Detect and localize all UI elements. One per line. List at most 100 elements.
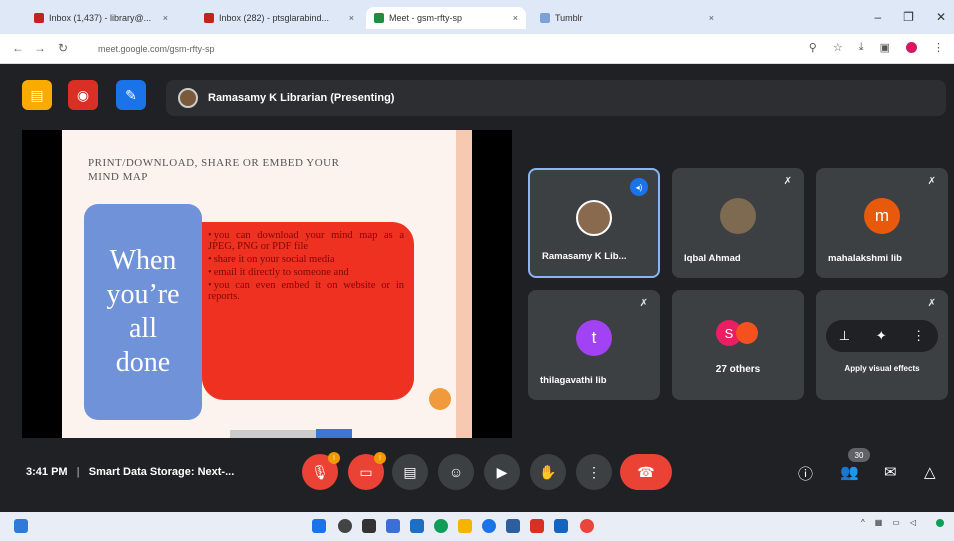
participant-tile[interactable]: ✗ t thilagavathi lib (528, 290, 660, 400)
file-explorer-icon[interactable] (410, 519, 424, 533)
address-bar-actions: ⚲ ☆ ⤓ ▣ ⋮ (809, 41, 944, 54)
more-options-button[interactable]: ⋮ (576, 454, 612, 490)
zoom-icon[interactable]: ⚲ (809, 41, 817, 54)
presenter-label: Ramasamy K Librarian (Presenting) (208, 92, 395, 104)
download-icon[interactable]: ⤓ (859, 41, 864, 54)
recording-icon[interactable]: ◉ (68, 80, 98, 110)
avatar (178, 88, 198, 108)
tab-tumblr[interactable]: Tumblr × (532, 7, 722, 29)
meeting-title: Smart Data Storage: Next-... (88, 466, 235, 478)
app-icon[interactable] (482, 519, 496, 533)
slide-title-line: Print/Download, share or embed your (88, 157, 340, 169)
chevron-up-icon[interactable]: ^ (861, 518, 865, 527)
tab-label: Inbox (1,437) - library@... (49, 13, 152, 23)
speaking-indicator-icon: ◂) (630, 178, 648, 196)
notification-dot-icon[interactable] (936, 518, 944, 527)
tab-label: Inbox (282) - ptsglarabind... (219, 13, 330, 23)
language-icon[interactable]: ▦ (875, 518, 883, 527)
more-options-icon[interactable]: ⋮ (912, 328, 925, 344)
sparkle-effects-icon[interactable]: ✦ (876, 328, 887, 344)
notes-icon[interactable]: ✎ (116, 80, 146, 110)
slide-bottom-marker (316, 429, 352, 438)
hang-up-icon: ☎ (637, 463, 655, 480)
store-icon[interactable] (506, 519, 520, 533)
slide-bullet: share it on your social media (208, 254, 404, 265)
close-window-icon[interactable]: ✕ (936, 10, 946, 24)
slide-blue-text: done (115, 347, 171, 378)
address-bar: ← → ↻ meet.google.com/gsm-rfty-sp ⚲ ☆ ⤓ … (0, 34, 954, 64)
emoji-button[interactable]: ☺ (438, 454, 474, 490)
menu-kebab-icon[interactable]: ⋮ (933, 41, 944, 54)
slide-bullet: you can download your mind map as a JPEG… (208, 230, 404, 252)
participant-tile[interactable]: ✗ m mahalakshmi lib (816, 168, 948, 278)
profile-avatar[interactable] (906, 42, 917, 53)
network-icon[interactable]: ▭ (892, 518, 900, 527)
system-tray: ^ ▦ ▭ ◁ (861, 518, 944, 527)
avatar: t (576, 320, 612, 356)
activities-shapes-icon[interactable]: △ (924, 463, 936, 481)
present-button[interactable]: ▶ (484, 454, 520, 490)
presenter-bar[interactable]: Ramasamy K Librarian (Presenting) (166, 80, 946, 116)
slide-bullet: you can even embed it on website or in r… (208, 280, 404, 302)
participants-count-badge: 30 (848, 448, 870, 462)
others-tile[interactable]: S 27 others (672, 290, 804, 400)
meet-icon (374, 13, 384, 23)
volume-icon[interactable]: ◁ (910, 518, 916, 527)
close-icon[interactable]: × (703, 13, 714, 23)
gmail-icon (204, 13, 214, 23)
slide-blue-text: When (109, 245, 177, 276)
task-view-icon[interactable] (362, 519, 376, 533)
clock-time: 3:41 PM (26, 466, 68, 478)
self-view-controls: ⊥ ✦ ⋮ (826, 320, 938, 352)
app-icon[interactable] (530, 519, 544, 533)
widgets-icon[interactable] (14, 519, 28, 533)
participant-tile[interactable]: ✗ Iqbal Ahmad (672, 168, 804, 278)
warning-badge-icon: ! (328, 452, 340, 464)
meeting-details-icon[interactable]: ⓘ (798, 463, 813, 484)
activities-icon[interactable]: ▤ (22, 80, 52, 110)
tab-inbox-2[interactable]: Inbox (282) - ptsglarabind... × (196, 7, 362, 29)
bookmark-star-icon[interactable]: ☆ (833, 41, 843, 54)
close-icon[interactable]: × (343, 13, 354, 23)
reload-icon[interactable]: ↻ (58, 41, 68, 55)
search-icon[interactable] (338, 519, 352, 533)
tab-meet[interactable]: Meet - gsm-rfty-sp × (366, 7, 526, 29)
chat-icon[interactable]: ✉ (884, 463, 897, 481)
presentation-slide: Print/Download, share or embed your mind… (62, 130, 472, 438)
close-icon[interactable]: × (157, 13, 168, 23)
window-controls: – ❐ ✕ (874, 10, 946, 24)
chat-app-icon[interactable] (386, 519, 400, 533)
tab-label: Tumblr (555, 13, 583, 23)
windows-taskbar: ^ ▦ ▭ ◁ (0, 512, 954, 541)
slide-edge-decoration (456, 130, 472, 438)
browser-tab-bar: Inbox (1,437) - library@... × Inbox (282… (0, 0, 954, 34)
camera-toggle-button[interactable]: ▭ ! (348, 452, 386, 490)
app-icon[interactable] (554, 519, 568, 533)
pin-icon[interactable]: ⊥ (839, 328, 850, 344)
close-icon[interactable]: × (507, 13, 518, 23)
start-icon[interactable] (312, 519, 326, 533)
captions-button[interactable]: ▤ (392, 454, 428, 490)
url-field[interactable]: meet.google.com/gsm-rfty-sp (84, 40, 799, 58)
maximize-icon[interactable]: ❐ (903, 10, 914, 24)
leave-call-button[interactable]: ☎ (620, 454, 672, 490)
people-icon[interactable]: 👥 (840, 463, 859, 481)
chrome-icon[interactable] (580, 519, 594, 533)
participant-tile[interactable]: ◂) Ramasamy K Lib... (528, 168, 660, 278)
tab-inbox-1[interactable]: Inbox (1,437) - library@... × (26, 7, 176, 29)
self-view-tile[interactable]: ✗ ⊥ ✦ ⋮ Apply visual effects (816, 290, 948, 400)
raise-hand-button[interactable]: ✋ (530, 454, 566, 490)
mic-toggle-button[interactable]: 🎙 ! (302, 452, 340, 490)
separator: | (76, 466, 80, 478)
forward-icon[interactable]: → (34, 41, 46, 55)
minimize-icon[interactable]: – (874, 10, 881, 24)
meet-main: ▤ ◉ ✎ Ramasamy K Librarian (Presenting) … (0, 64, 954, 512)
avatar (720, 198, 756, 234)
warning-badge-icon: ! (374, 452, 386, 464)
slide-blue-text: you’re (106, 279, 180, 310)
edge-icon[interactable] (434, 519, 448, 533)
emoji-icon: ☺ (448, 464, 464, 480)
back-icon[interactable]: ← (12, 41, 24, 55)
sidepanel-icon[interactable]: ▣ (880, 41, 890, 54)
folder-icon[interactable] (458, 519, 472, 533)
